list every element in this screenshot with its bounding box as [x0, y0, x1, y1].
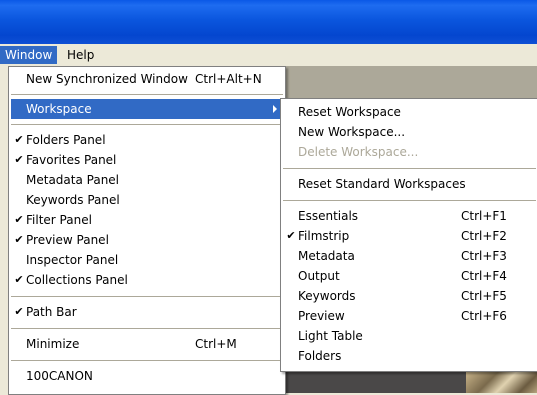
menu-item-new-workspace[interactable]: New Workspace... — [283, 122, 536, 142]
menu-item-minimize[interactable]: Minimize Ctrl+M — [11, 334, 283, 354]
menu-item-keywords-panel[interactable]: Keywords Panel — [11, 190, 283, 210]
menu-item-essentials[interactable]: Essentials Ctrl+F1 — [283, 206, 536, 226]
menu-item-metadata-panel[interactable]: Metadata Panel — [11, 170, 283, 190]
menu-item-label: Output — [298, 269, 340, 283]
menu-separator — [11, 94, 283, 95]
menu-item-label: Path Bar — [26, 305, 77, 319]
menu-item-preview[interactable]: Preview Ctrl+F6 — [283, 306, 536, 326]
menu-item-filter-panel[interactable]: ✔ Filter Panel — [11, 210, 283, 230]
menu-item-light-table[interactable]: Light Table — [283, 326, 536, 346]
menu-item-label: 100CANON — [26, 369, 93, 383]
menu-item-label: Reset Standard Workspaces — [298, 177, 466, 191]
menu-item-label: Keywords — [298, 289, 356, 303]
menu-item-favorites-panel[interactable]: ✔ Favorites Panel — [11, 150, 283, 170]
menu-item-label: Keywords Panel — [26, 193, 120, 207]
checkmark-icon: ✔ — [14, 133, 24, 146]
checkmark-icon: ✔ — [286, 229, 296, 242]
menu-window[interactable]: Window — [0, 46, 58, 64]
menu-item-label: Essentials — [298, 209, 359, 223]
shortcut-label: Ctrl+F3 — [461, 249, 507, 263]
menu-item-label: Minimize — [26, 337, 80, 351]
menu-separator — [11, 328, 283, 329]
menu-item-reset-standard-workspaces[interactable]: Reset Standard Workspaces — [283, 174, 536, 194]
menu-help[interactable]: Help — [62, 46, 99, 64]
shortcut-label: Ctrl+M — [195, 337, 237, 351]
checkmark-icon: ✔ — [14, 305, 24, 318]
menu-item-label: Light Table — [298, 329, 363, 343]
checkmark-icon: ✔ — [14, 233, 24, 246]
menu-item-label: Metadata — [298, 249, 355, 263]
menu-item-new-synchronized-window[interactable]: New Synchronized Window Ctrl+Alt+N — [11, 69, 283, 89]
menu-separator — [283, 200, 536, 201]
menu-item-label: Filter Panel — [26, 213, 92, 227]
menu-item-reset-workspace[interactable]: Reset Workspace — [283, 102, 536, 122]
menu-item-label: Delete Workspace... — [298, 145, 419, 159]
checkmark-icon: ✔ — [14, 153, 24, 166]
menu-item-label: Folders — [298, 349, 342, 363]
menu-item-100canon[interactable]: 100CANON — [11, 366, 283, 386]
shortcut-label: Ctrl+F5 — [461, 289, 507, 303]
menu-item-delete-workspace: Delete Workspace... — [283, 142, 536, 162]
menu-item-path-bar[interactable]: ✔ Path Bar — [11, 302, 283, 322]
shortcut-label: Ctrl+F2 — [461, 229, 507, 243]
checkmark-icon: ✔ — [14, 273, 24, 286]
menu-item-label: Preview Panel — [26, 233, 109, 247]
menu-item-label: Folders Panel — [26, 133, 106, 147]
workspace-submenu: Reset Workspace New Workspace... Delete … — [280, 98, 537, 372]
photo-thumbnail[interactable] — [466, 372, 537, 393]
menu-item-label: Collections Panel — [26, 273, 128, 287]
menu-item-label: Preview — [298, 309, 345, 323]
menu-item-label: Metadata Panel — [26, 173, 120, 187]
menu-item-label: Workspace — [26, 102, 92, 116]
menu-item-label: New Workspace... — [298, 125, 406, 139]
shortcut-label: Ctrl+F1 — [461, 209, 507, 223]
menu-item-output[interactable]: Output Ctrl+F4 — [283, 266, 536, 286]
menu-item-collections-panel[interactable]: ✔ Collections Panel — [11, 270, 283, 290]
menu-item-inspector-panel[interactable]: Inspector Panel — [11, 250, 283, 270]
title-bar — [0, 0, 537, 44]
menu-separator — [11, 360, 283, 361]
shortcut-label: Ctrl+F4 — [461, 269, 507, 283]
menu-item-folders-panel[interactable]: ✔ Folders Panel — [11, 130, 283, 150]
menu-separator — [11, 124, 283, 125]
menu-item-metadata[interactable]: Metadata Ctrl+F3 — [283, 246, 536, 266]
menu-item-label: Favorites Panel — [26, 153, 117, 167]
menu-bar: Window Help — [0, 44, 537, 66]
menu-item-preview-panel[interactable]: ✔ Preview Panel — [11, 230, 283, 250]
menu-separator — [11, 296, 283, 297]
submenu-arrow-icon — [273, 105, 277, 113]
shortcut-label: Ctrl+F6 — [461, 309, 507, 323]
menu-item-folders[interactable]: Folders — [283, 346, 536, 366]
panel-tab-strip — [282, 66, 537, 98]
menu-item-label: Filmstrip — [298, 229, 350, 243]
menu-item-label: Reset Workspace — [298, 105, 401, 119]
shortcut-label: Ctrl+Alt+N — [195, 72, 262, 86]
menu-item-keywords[interactable]: Keywords Ctrl+F5 — [283, 286, 536, 306]
menu-item-filmstrip[interactable]: ✔ Filmstrip Ctrl+F2 — [283, 226, 536, 246]
menu-item-workspace[interactable]: Workspace — [11, 99, 283, 119]
window-menu: New Synchronized Window Ctrl+Alt+N Works… — [8, 66, 286, 395]
menu-separator — [283, 168, 536, 169]
checkmark-icon: ✔ — [14, 213, 24, 226]
menu-item-label: New Synchronized Window — [26, 72, 188, 86]
menu-item-label: Inspector Panel — [26, 253, 119, 267]
